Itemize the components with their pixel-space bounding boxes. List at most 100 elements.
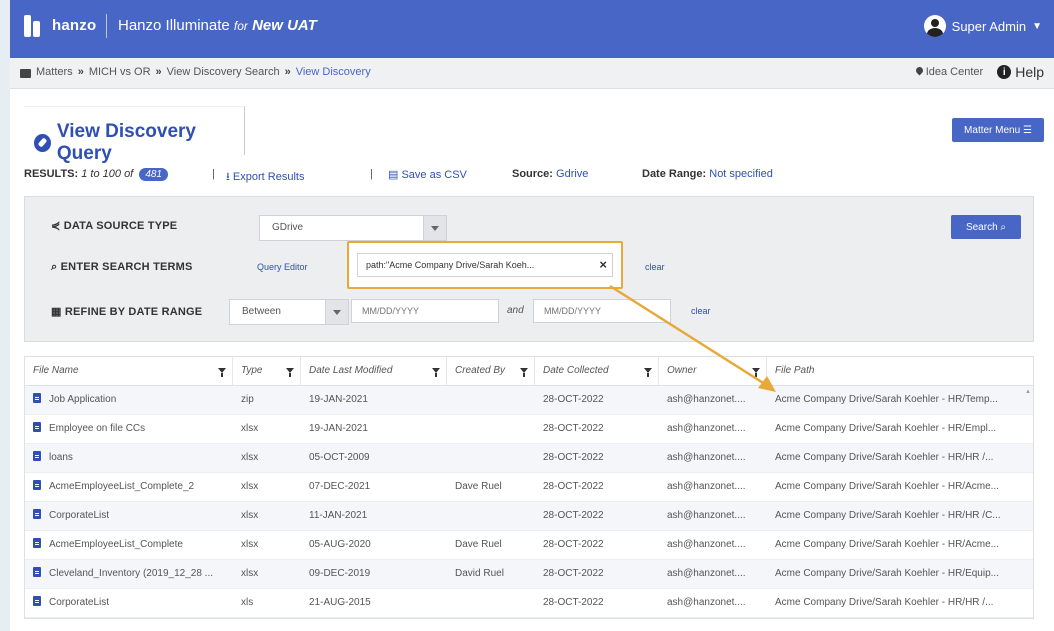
search-terms-input[interactable] [357, 253, 613, 277]
export-results-label: Export Results [232, 171, 305, 183]
cell-date-collected: 28-OCT-2022 [543, 481, 604, 492]
filter-icon[interactable] [752, 368, 760, 377]
table-row[interactable]: AcmeEmployeeList_Complete_2 xlsx 07-DEC-… [25, 473, 1033, 502]
cell-date-collected: 28-OCT-2022 [543, 597, 604, 608]
file-icon [33, 422, 41, 433]
column-header-date-collected[interactable]: Date Collected [535, 357, 659, 385]
export-results-link[interactable]: ⭳ Export Results [226, 168, 304, 187]
table-row[interactable]: Job Application zip 19-JAN-2021 28-OCT-2… [25, 386, 1033, 415]
save-csv-link[interactable]: ▤ Save as CSV [388, 168, 467, 181]
end-date-input[interactable] [533, 299, 671, 323]
user-name: Super Admin [951, 18, 1027, 34]
cell-type: xls [241, 597, 254, 608]
column-header-file-name[interactable]: File Name [25, 357, 233, 385]
brand-name: hanzo [52, 17, 97, 34]
chevron-double-right-icon: » [155, 66, 162, 78]
cell-file-name[interactable]: loans [25, 444, 233, 472]
date-range-filter-label: ▦ REFINE BY DATE RANGE [51, 305, 202, 318]
user-menu[interactable]: Super Admin ▼ [923, 15, 1042, 37]
file-icon [33, 393, 41, 404]
table-row[interactable]: Employee on file CCs xlsx 19-JAN-2021 28… [25, 415, 1033, 444]
filter-icon[interactable] [520, 368, 528, 377]
crumb-matters[interactable]: Matters [36, 66, 73, 78]
file-icon [33, 567, 41, 578]
idea-center-link[interactable]: Idea Center [914, 65, 983, 78]
cell-created-by [447, 415, 535, 443]
crumb-view-discovery[interactable]: View Discovery [296, 66, 371, 78]
cell-file-name[interactable]: CorporateList [25, 502, 233, 530]
data-source-type-label: ⋞ DATA SOURCE TYPE [51, 219, 177, 232]
column-header-date-modified[interactable]: Date Last Modified [301, 357, 447, 385]
save-csv-label: Save as CSV [401, 169, 467, 181]
cell-file-name[interactable]: AcmeEmployeeList_Complete [25, 531, 233, 559]
column-header-owner[interactable]: Owner [659, 357, 767, 385]
date-mode-value: Between [242, 306, 281, 317]
crumb-discovery-search[interactable]: View Discovery Search [167, 66, 280, 78]
scroll-up-icon[interactable]: ▲ [1025, 389, 1031, 395]
column-header-type[interactable]: Type [233, 357, 301, 385]
compass-icon [34, 134, 51, 152]
file-icon [33, 596, 41, 607]
table-icon: ▤ [388, 169, 399, 181]
table-row[interactable]: CorporateList xlsx 11-JAN-2021 28-OCT-20… [25, 502, 1033, 531]
page-title-text: View Discovery Query [56, 121, 196, 164]
table-row[interactable]: AcmeEmployeeList_Complete xlsx 05-AUG-20… [25, 531, 1033, 560]
cell-file-path: Acme Company Drive/Sarah Koehler - HR/Ac… [775, 481, 999, 492]
cell-file-name[interactable]: Job Application [25, 386, 233, 414]
cell-date-collected: 28-OCT-2022 [543, 423, 604, 434]
column-header-label: File Name [33, 365, 79, 376]
search-button[interactable]: Search ⌕ [951, 215, 1021, 239]
start-date-input[interactable] [351, 299, 499, 323]
table-row[interactable]: loans xlsx 05-OCT-2009 28-OCT-2022 ash@h… [25, 444, 1033, 473]
file-icon [33, 451, 41, 462]
source-info: Source: Gdrive [512, 168, 588, 180]
cell-file-path: Acme Company Drive/Sarah Koehler - HR/HR… [775, 510, 1001, 521]
file-name-text: AcmeEmployeeList_Complete [49, 539, 183, 550]
date-clear-link[interactable]: clear [691, 306, 711, 316]
filter-icon[interactable] [218, 368, 226, 377]
cell-file-path: Acme Company Drive/Sarah Koehler - HR/HR… [775, 452, 994, 463]
query-editor-link[interactable]: Query Editor [257, 262, 308, 272]
column-header-created-by[interactable]: Created By [447, 357, 535, 385]
table-row[interactable]: CorporateList xls 21-AUG-2015 28-OCT-202… [25, 589, 1033, 618]
results-total-badge: 481 [139, 168, 168, 181]
help-label: Help [1015, 64, 1044, 80]
cell-date-collected: 28-OCT-2022 [543, 394, 604, 405]
date-range-value: Not specified [709, 168, 773, 180]
cell-date-modified: 07-DEC-2021 [309, 481, 371, 492]
cell-owner: ash@hanzonet.... [667, 423, 746, 434]
cell-file-name[interactable]: AcmeEmployeeList_Complete_2 [25, 473, 233, 501]
column-header-file-path[interactable]: File Path [767, 357, 1019, 385]
file-icon [33, 538, 41, 549]
column-header-label: Date Last Modified [309, 365, 393, 376]
source-label: Source: [512, 168, 553, 180]
filter-icon[interactable] [644, 368, 652, 377]
file-name-text: Employee on file CCs [49, 423, 146, 434]
help-link[interactable]: i Help [997, 64, 1044, 80]
filter-icon[interactable] [286, 368, 294, 377]
matter-menu-button[interactable]: Matter Menu ☰ [952, 118, 1044, 142]
cell-file-name[interactable]: Cleveland_Inventory (2019_12_28 ... [25, 560, 233, 588]
top-navbar: hanzo Hanzo Illuminate for New UAT Super… [10, 0, 1054, 58]
search-clear-link[interactable]: clear [645, 262, 665, 272]
cell-file-name[interactable]: Employee on file CCs [25, 415, 233, 443]
cell-owner: ash@hanzonet.... [667, 394, 746, 405]
close-icon[interactable]: × [599, 257, 607, 272]
results-label: RESULTS: [24, 168, 79, 180]
column-header-label: File Path [775, 365, 815, 376]
app-title: Hanzo Illuminate for New UAT [118, 17, 317, 34]
results-count: RESULTS: 1 to 100 of 481 [24, 168, 168, 181]
app-for: for [233, 19, 248, 33]
data-source-select[interactable]: GDrive [259, 215, 447, 241]
header-links: Idea Center i Help [914, 64, 1044, 80]
table-header: File Name Type Date Last Modified Create… [25, 357, 1033, 386]
cell-date-collected: 28-OCT-2022 [543, 510, 604, 521]
cell-created-by [447, 502, 535, 530]
cell-file-name[interactable]: CorporateList [25, 589, 233, 617]
calendar-icon: ▦ [51, 306, 62, 318]
date-mode-select[interactable]: Between [229, 299, 349, 325]
crumb-matter[interactable]: MICH vs OR [89, 66, 151, 78]
table-row[interactable]: Cleveland_Inventory (2019_12_28 ... xlsx… [25, 560, 1033, 589]
filter-icon[interactable] [432, 368, 440, 377]
page-title: View Discovery Query [34, 121, 244, 165]
